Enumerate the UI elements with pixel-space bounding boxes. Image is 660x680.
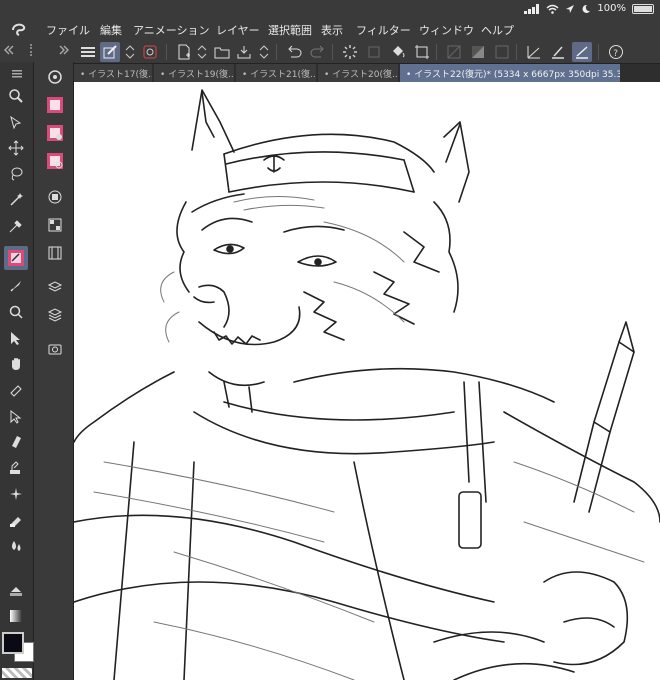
blend-icon[interactable] <box>4 508 28 532</box>
status-bar: 100% <box>524 3 654 14</box>
separator <box>436 44 437 60</box>
pen-snap-icon[interactable] <box>548 42 568 62</box>
menu-view[interactable]: 表示 <box>321 22 343 38</box>
separator <box>516 44 517 60</box>
document-tabs: • イラスト17(復... • イラスト19(復... • イラスト21(復..… <box>74 64 660 82</box>
battery-percent: 100% <box>597 3 626 14</box>
fill-bucket-icon[interactable] <box>388 42 408 62</box>
main-color-swatch[interactable] <box>2 632 24 654</box>
battery-icon <box>632 3 654 14</box>
open-folder-icon[interactable] <box>212 42 232 62</box>
drag-handle-icon[interactable] <box>30 44 32 56</box>
tool-palette <box>0 62 34 680</box>
panel-controls <box>0 40 74 62</box>
gradient-icon[interactable] <box>4 578 28 602</box>
layer-square-icon[interactable] <box>492 42 512 62</box>
menu-selection[interactable]: 選択範囲 <box>268 22 312 38</box>
brush-preset-icon[interactable] <box>44 94 66 116</box>
wolf-sketch-artwork <box>74 89 660 680</box>
collapse-left-icon[interactable] <box>3 44 15 56</box>
colorset-icon[interactable] <box>4 604 28 628</box>
up-down-icon[interactable] <box>192 42 212 62</box>
separator <box>166 44 167 60</box>
transparent-swatch[interactable] <box>2 668 32 678</box>
tab-illust-20[interactable]: • イラスト20(復... <box>318 64 398 82</box>
loading-icon[interactable] <box>340 42 360 62</box>
move-icon[interactable] <box>4 136 28 160</box>
redo-icon[interactable] <box>308 42 328 62</box>
tab-illust-22[interactable]: • イラスト22(復元)* (5334 x 6667px 350dpi 35.3… <box>400 64 620 82</box>
location-icon <box>566 4 575 13</box>
text-icon[interactable] <box>4 456 28 480</box>
menu-layer[interactable]: レイヤー <box>216 22 260 38</box>
svg-text:?: ? <box>613 49 618 59</box>
layer-mask-icon[interactable] <box>468 42 488 62</box>
separator <box>332 44 333 60</box>
menu-filter[interactable]: フィルター <box>356 22 411 38</box>
navigator-icon[interactable] <box>44 66 66 88</box>
menu-bar: ファイル 編集 アニメーション レイヤー 選択範囲 表示 フィルター ウィンドウ… <box>0 0 660 40</box>
moon-icon <box>582 4 591 13</box>
drop-icon[interactable] <box>4 534 28 558</box>
sparkle-icon[interactable] <box>4 482 28 506</box>
separator <box>598 44 599 60</box>
new-file-icon[interactable] <box>174 42 194 62</box>
collapse-right-icon[interactable] <box>58 44 70 56</box>
search-icon[interactable] <box>4 300 28 324</box>
clip-icon[interactable] <box>140 42 160 62</box>
color-indicator <box>0 630 34 680</box>
menu-edit[interactable]: 編集 <box>100 22 122 38</box>
up-down-icon[interactable] <box>254 42 274 62</box>
crop-icon[interactable] <box>412 42 432 62</box>
camera-icon[interactable] <box>44 338 66 360</box>
wifi-icon <box>546 4 559 14</box>
layer-clip-icon[interactable] <box>444 42 464 62</box>
brush-preset-icon[interactable] <box>44 150 66 172</box>
tab-illust-21[interactable]: • イラスト21(復... <box>236 64 316 82</box>
figure-icon[interactable] <box>4 404 28 428</box>
operation-icon[interactable] <box>4 110 28 134</box>
layer-property-icon[interactable] <box>44 186 66 208</box>
sub-tool-palette <box>34 62 74 680</box>
pen-icon[interactable] <box>4 274 28 298</box>
timeline-icon[interactable] <box>44 242 66 264</box>
app-logo-icon[interactable] <box>10 20 28 38</box>
brush-mode-icon[interactable] <box>100 42 120 62</box>
fill-icon[interactable] <box>4 430 28 454</box>
color-grid-icon[interactable] <box>44 214 66 236</box>
menu-toggle-icon[interactable] <box>78 42 98 62</box>
brush-subtool-icon[interactable] <box>4 246 28 270</box>
tab-illust-19[interactable]: • イラスト19(復... <box>154 64 234 82</box>
lasso-icon[interactable] <box>4 162 28 186</box>
menu-animation[interactable]: アニメーション <box>133 22 210 38</box>
eraser-icon[interactable] <box>4 378 28 402</box>
eyedropper-icon[interactable] <box>4 214 28 238</box>
special-ruler-icon[interactable] <box>572 42 592 62</box>
drawing-canvas[interactable] <box>74 82 660 680</box>
command-bar: ? <box>74 40 660 64</box>
separator <box>276 44 277 60</box>
menu-help[interactable]: ヘルプ <box>481 22 514 38</box>
tool-header <box>0 68 34 80</box>
menu-window[interactable]: ウィンドウ <box>419 22 474 38</box>
signal-icon <box>524 3 540 14</box>
save-icon[interactable] <box>234 42 254 62</box>
layer-search-icon[interactable] <box>44 276 66 298</box>
menu-icon[interactable] <box>12 70 22 78</box>
magic-wand-icon[interactable] <box>4 188 28 212</box>
clip-studio-window: ファイル 編集 アニメーション レイヤー 選択範囲 表示 フィルター ウィンドウ… <box>0 0 660 680</box>
brush-preset-icon[interactable] <box>44 122 66 144</box>
layers-icon[interactable] <box>44 304 66 326</box>
ruler-snap-icon[interactable] <box>524 42 544 62</box>
zoom-icon[interactable] <box>4 84 28 108</box>
tab-illust-17[interactable]: • イラスト17(復... <box>74 64 152 82</box>
help-icon[interactable]: ? <box>606 42 626 62</box>
menu-file[interactable]: ファイル <box>46 22 90 38</box>
up-down-icon[interactable] <box>120 42 140 62</box>
transform-icon[interactable] <box>364 42 384 62</box>
object-select-icon[interactable] <box>4 326 28 350</box>
hand-icon[interactable] <box>4 352 28 376</box>
undo-icon[interactable] <box>284 42 304 62</box>
